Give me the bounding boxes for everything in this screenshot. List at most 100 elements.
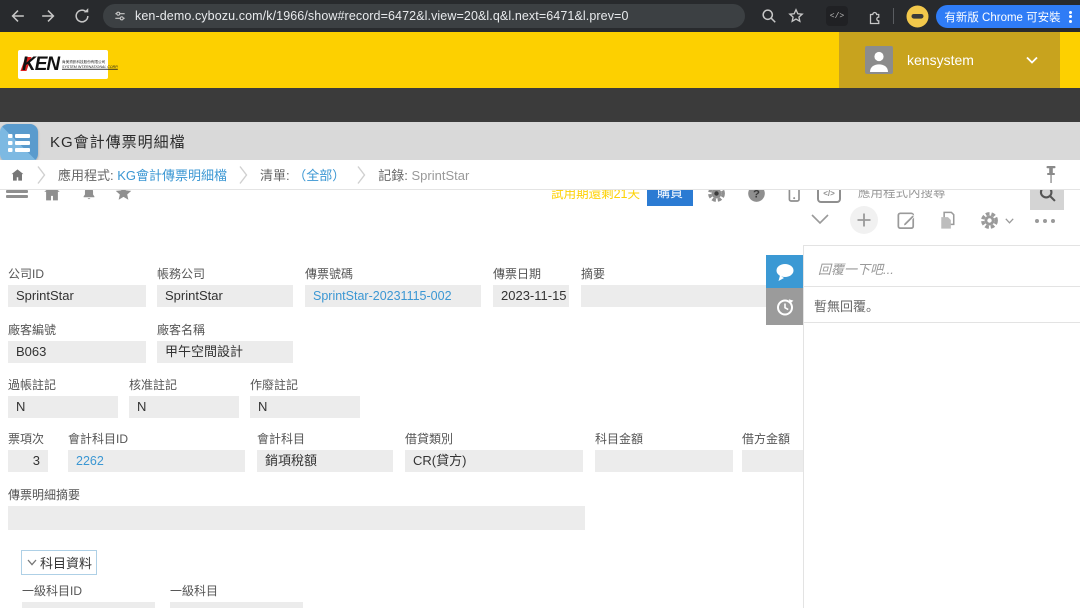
chevron-down-icon xyxy=(1005,218,1014,224)
breadcrumb-home-icon[interactable] xyxy=(10,168,25,182)
forward-icon[interactable] xyxy=(38,6,58,26)
bookmark-star-icon[interactable] xyxy=(786,6,806,26)
field-debit-amount: 借方金額 xyxy=(742,432,803,472)
user-name: kensystem xyxy=(907,52,1026,68)
field-value: 2023-11-15 xyxy=(493,285,569,307)
field-value xyxy=(742,450,803,472)
devtools-icon[interactable]: </> xyxy=(826,6,848,26)
group-toggle-subject-data[interactable]: 科目資料 xyxy=(21,550,97,575)
field-line-no: 票項次 3 xyxy=(8,432,48,472)
more-options-icon[interactable] xyxy=(1035,219,1055,223)
app-icon[interactable] xyxy=(0,124,38,162)
chrome-update-chip[interactable]: 有新版 Chrome 可安裝 xyxy=(936,5,1080,28)
field-label: 傳票明細摘要 xyxy=(8,488,585,503)
divider xyxy=(803,245,1080,246)
field-label: 會計科目 xyxy=(257,432,393,447)
field-account-id: 會計科目ID 2262 xyxy=(68,432,245,472)
company-logo[interactable]: KEN 肯美資訊科技股份有限公司 SYSTEM INTERNATIONAL CO… xyxy=(18,50,108,79)
edit-icon[interactable] xyxy=(895,209,918,232)
app-title[interactable]: KG會計傳票明細檔 xyxy=(50,131,186,152)
kintone-record-page: ken-demo.cybozu.com/k/1966/show#record=6… xyxy=(0,0,1080,608)
field-value xyxy=(22,602,155,608)
address-bar[interactable]: ken-demo.cybozu.com/k/1966/show#record=6… xyxy=(103,4,745,28)
user-menu[interactable]: kensystem xyxy=(839,32,1060,88)
field-label: 傳票號碼 xyxy=(305,267,481,282)
record-gear-icon xyxy=(978,209,1001,232)
field-label: 過帳註記 xyxy=(8,378,118,393)
breadcrumb-record: 記錄: SprintStar xyxy=(378,165,469,184)
field-label: 票項次 xyxy=(8,432,48,447)
svg-text:?: ? xyxy=(753,188,760,200)
group-title: 科目資料 xyxy=(40,553,92,572)
divider xyxy=(804,286,1080,287)
field-value: SprintStar xyxy=(157,285,293,307)
extensions-icon[interactable] xyxy=(866,7,884,25)
field-debit-credit-type: 借貸類別 CR(貸方) xyxy=(405,432,583,472)
field-vendor-name: 廠客名稱 甲午空間設計 xyxy=(157,323,293,363)
collapse-icon[interactable] xyxy=(810,213,830,225)
field-value: N xyxy=(8,396,118,418)
field-value: 3 xyxy=(8,450,48,472)
field-label: 作廢註記 xyxy=(250,378,360,393)
field-account-name: 會計科目 銷項稅額 xyxy=(257,432,393,472)
profile-avatar-icon[interactable] xyxy=(906,5,929,28)
comment-icon xyxy=(774,262,796,282)
field-value xyxy=(595,450,733,472)
field-detail-summary: 傳票明細摘要 xyxy=(8,488,585,530)
field-company-id: 公司ID SprintStar xyxy=(8,267,146,307)
field-billing-company: 帳務公司 SprintStar xyxy=(157,267,293,307)
field-value-link[interactable]: SprintStar-20231115-002 xyxy=(305,285,481,307)
field-label: 帳務公司 xyxy=(157,267,293,282)
field-label: 廠客編號 xyxy=(8,323,146,338)
field-label: 借方金額 xyxy=(742,432,803,447)
field-value xyxy=(8,506,585,530)
brand-bar: KEN 肯美資訊科技股份有限公司 SYSTEM INTERNATIONAL CO… xyxy=(0,32,1080,88)
field-voucher-date: 傳票日期 2023-11-15 xyxy=(493,267,569,307)
tab-comments[interactable] xyxy=(766,255,803,288)
more-menu-icon[interactable] xyxy=(1069,9,1072,24)
field-value: 甲午空間設計 xyxy=(157,341,293,363)
field-label: 廠客名稱 xyxy=(157,323,293,338)
browser-search-icon[interactable] xyxy=(759,6,779,26)
divider xyxy=(893,8,894,24)
field-value xyxy=(170,602,303,608)
field-voucher-no: 傳票號碼 SprintStar-20231115-002 xyxy=(305,267,481,307)
chevron-down-icon xyxy=(27,559,37,566)
field-value: 銷項稅額 xyxy=(257,450,393,472)
comment-reply-box[interactable]: 回覆一下吧... xyxy=(818,259,894,278)
breadcrumb-record-name: SprintStar xyxy=(412,168,470,183)
field-label: 一級科目 xyxy=(170,584,303,599)
history-icon xyxy=(774,296,796,318)
back-icon[interactable] xyxy=(8,6,28,26)
breadcrumb-separator-icon xyxy=(37,165,46,185)
breadcrumb-app: 應用程式: KG會計傳票明細檔 xyxy=(58,165,227,184)
pin-icon[interactable] xyxy=(1044,165,1058,184)
breadcrumb-app-link[interactable]: KG會計傳票明細檔 xyxy=(117,168,227,183)
field-value: SprintStar xyxy=(8,285,146,307)
browser-bar: ken-demo.cybozu.com/k/1966/show#record=6… xyxy=(0,0,1080,32)
breadcrumb-list-link[interactable]: （全部） xyxy=(293,168,345,183)
add-icon xyxy=(856,212,872,228)
tab-history[interactable] xyxy=(766,288,803,325)
record-settings-menu[interactable] xyxy=(978,209,1014,232)
field-value: CR(貸方) xyxy=(405,450,583,472)
breadcrumb-separator-icon xyxy=(239,165,248,185)
reload-icon[interactable] xyxy=(72,6,92,26)
field-label: 一級科目ID xyxy=(22,584,155,599)
field-label: 公司ID xyxy=(8,267,146,282)
field-label: 核准註記 xyxy=(129,378,239,393)
field-label: 借貸類別 xyxy=(405,432,583,447)
site-info-icon[interactable] xyxy=(113,9,127,23)
breadcrumb-list: 清單: （全部） xyxy=(260,165,345,184)
field-value-link[interactable]: 2262 xyxy=(68,450,245,472)
field-label: 傳票日期 xyxy=(493,267,569,282)
field-approve-flag: 核准註記 N xyxy=(129,378,239,418)
copy-icon[interactable] xyxy=(936,209,959,232)
logo-subtext: 肯美資訊科技股份有限公司 SYSTEM INTERNATIONAL CORP. xyxy=(62,59,124,70)
add-record-button[interactable] xyxy=(850,206,878,234)
field-value: B063 xyxy=(8,341,146,363)
field-level1-account-name: 一級科目 xyxy=(170,584,303,608)
field-void-flag: 作廢註記 N xyxy=(250,378,360,418)
user-avatar-icon xyxy=(865,46,893,74)
global-toolbar: 33 試用期還剩21天 購買 ? </> xyxy=(0,88,1080,122)
